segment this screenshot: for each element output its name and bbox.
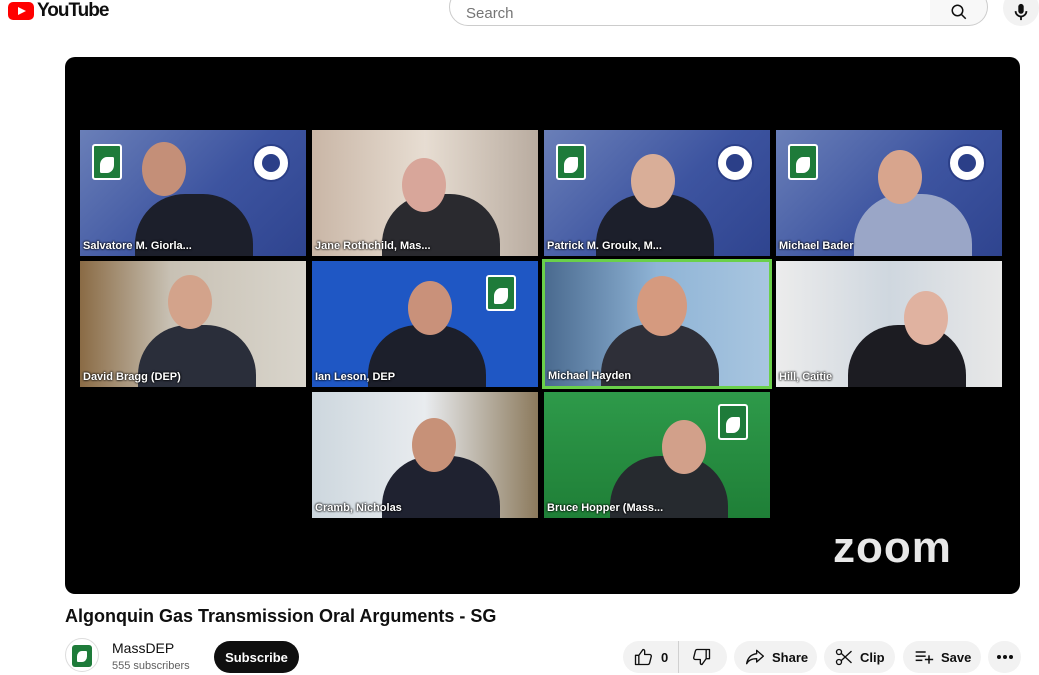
clip-button[interactable]: Clip [824,641,895,673]
search-icon [951,4,966,20]
dislike-button[interactable] [679,641,725,673]
subscribe-button[interactable]: Subscribe [214,641,299,673]
search-button[interactable] [930,0,988,26]
state-seal-icon [948,144,986,182]
youtube-play-icon [8,2,34,20]
participant-name: Salvatore M. Giorla... [83,240,192,252]
thumbs-down-icon [693,648,711,666]
massdep-logo-icon [486,275,516,311]
share-icon [746,649,764,665]
voice-search-button[interactable] [1003,0,1039,26]
participant-tile: Cramb, Nicholas [312,392,538,518]
youtube-logo[interactable]: YouTube [8,0,109,22]
participant-name: Hill, Caitie [779,371,833,383]
save-label: Save [941,649,972,665]
massdep-logo-icon [788,144,818,180]
search-input[interactable] [464,1,908,25]
massdep-logo-icon [72,645,92,667]
participant-tile: Salvatore M. Giorla... [80,130,306,256]
participant-name: Ian Leson, DEP [315,371,396,383]
subscriber-count: 555 subscribers [112,660,190,672]
like-button[interactable]: 0 [623,641,679,673]
participant-tile: Ian Leson, DEP [312,261,538,387]
video-title: Algonquin Gas Transmission Oral Argument… [65,606,497,626]
share-button[interactable]: Share [734,641,817,673]
massdep-logo-icon [556,144,586,180]
video-player[interactable]: Salvatore M. Giorla... Jane Rothchild, M… [65,57,1020,594]
participant-tile: Patrick M. Groulx, M... [544,130,770,256]
participant-name: Jane Rothchild, Mas... [315,240,431,252]
mic-icon [1014,3,1028,21]
state-seal-icon [252,144,290,182]
more-horizontal-icon [996,655,1013,659]
channel-name[interactable]: MassDEP [112,640,174,656]
massdep-logo-icon [718,404,748,440]
participant-tile: Bruce Hopper (Mass... [544,392,770,518]
channel-avatar[interactable] [65,638,99,672]
participant-tile: Jane Rothchild, Mas... [312,130,538,256]
massdep-logo-icon [92,144,122,180]
participant-tile: Hill, Caitie [776,261,1002,387]
more-actions-button[interactable] [988,641,1021,673]
thumbs-up-icon [634,648,652,666]
top-bar: YouTube [0,0,1039,32]
logo-text: YouTube [37,0,109,21]
participant-name: Patrick M. Groulx, M... [547,240,662,252]
search-box [449,0,931,26]
participant-name: Michael Hayden [548,370,632,382]
save-playlist-icon [915,651,934,664]
clip-label: Clip [860,649,885,665]
participant-tile: David Bragg (DEP) [80,261,306,387]
like-dislike-group: 0 [623,641,727,673]
participant-name: Michael Bader [779,240,854,252]
active-speaker-tile: Michael Hayden [542,259,772,389]
participant-name: Bruce Hopper (Mass... [547,502,664,514]
zoom-watermark: zoom [833,523,952,572]
like-count: 0 [661,649,669,665]
participant-tile: Michael Bader [776,130,1002,256]
state-seal-icon [716,144,754,182]
participant-name: Cramb, Nicholas [315,502,402,514]
save-button[interactable]: Save [903,641,981,673]
scissors-icon [835,648,852,666]
share-label: Share [772,649,809,665]
participant-name: David Bragg (DEP) [83,371,181,383]
